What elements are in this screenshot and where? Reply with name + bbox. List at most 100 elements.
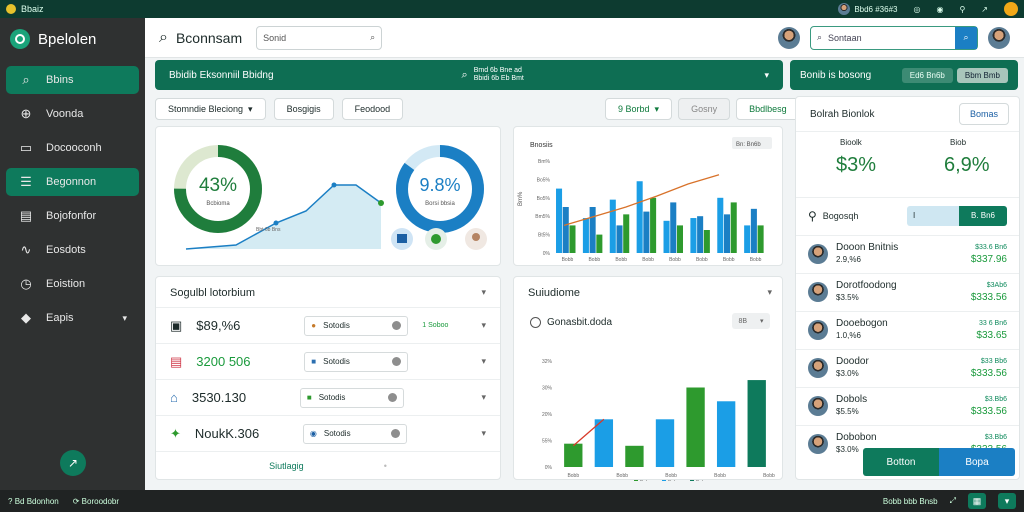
stats-panel: Suiudiome ▾ Gonasbit.doda 8B ▾ 32% 30% 20% 5… xyxy=(513,276,783,481)
bar-chart-svg: 32%30%20%55%0%BobbBobbBobbBobbBobbBobBob… xyxy=(542,359,775,481)
user-menu[interactable]: Bbd6 #36#3 xyxy=(838,3,897,15)
sync-icon: ⟳ xyxy=(72,496,80,506)
banner-action-button[interactable]: Bbm Bmb xyxy=(956,67,1008,83)
route-icon: ∿ xyxy=(20,242,32,257)
bag-icon: ▤ xyxy=(170,353,183,369)
contact-row[interactable]: Dooebogon 1.0,%6 33 6 Bn6 $33.65 xyxy=(796,311,1019,348)
profile-avatar[interactable] xyxy=(988,26,1010,49)
chart-bar xyxy=(582,218,589,253)
grid-button[interactable]: ▦ xyxy=(968,493,986,509)
chart-bar xyxy=(596,234,603,253)
search-placeholder: Sonid xyxy=(263,32,287,43)
contact-amount: $337.96 xyxy=(970,254,1007,265)
chevron-down-icon[interactable]: ▾ xyxy=(481,356,486,367)
toolbar-button[interactable]: Feodood xyxy=(341,98,404,120)
y-tick-label: 30% xyxy=(542,386,553,392)
sidebar-item-eoistion[interactable]: ◷ Eoistion xyxy=(6,270,139,298)
sidebar-item-bbins[interactable]: ⌕ Bbins xyxy=(6,66,139,94)
global-search-input[interactable]: ⌕ Sontaan ⌕ xyxy=(810,25,978,50)
panel-title: Sogulbl lotorbium xyxy=(170,287,255,299)
chart-bar xyxy=(690,218,697,253)
toolbar-button[interactable]: Gosny xyxy=(678,98,731,120)
x-tick-label: Bobb xyxy=(714,473,726,479)
filter-button[interactable]: B. Bn6 xyxy=(959,205,1007,226)
footer-link[interactable]: Siutlagig xyxy=(269,461,304,471)
globe-icon[interactable]: ◎ xyxy=(913,5,920,14)
list-item[interactable]: ⌂ 3530.130 ■ Sotodis ▾ xyxy=(156,379,500,415)
list-item[interactable]: ▣ $89,%6 ● Sotodis 1 Soboo ▾ xyxy=(156,307,500,343)
filter-dropdown[interactable]: 9 Borbd ▾ xyxy=(605,98,673,120)
share-icon[interactable]: ↗ xyxy=(981,5,988,14)
sidebar: Bpelolen ⌕ Bbins ⊕ Voonda ▭ Docooconh ☰ … xyxy=(0,18,145,490)
tag-pill[interactable]: ● Sotodis xyxy=(304,315,409,336)
sidebar-item-label: Bojofonfor xyxy=(46,210,97,222)
ticket-icon: ▭ xyxy=(19,140,33,155)
user-menu-label: Bbd6 #36#3 xyxy=(854,4,898,14)
header-right: ⌕ Sontaan ⌕ xyxy=(778,25,1010,50)
sidebar-item-eapis[interactable]: ◆ Eapis ▾ xyxy=(6,304,139,332)
secondary-button[interactable]: Bopa xyxy=(939,448,1015,476)
list-item[interactable]: ✦ NoukK.306 ◉ Sotodis ▾ xyxy=(156,415,500,451)
panel-button[interactable]: Bomas xyxy=(958,103,1009,125)
sidebar-item-eosdots[interactable]: ∿ Eosdots xyxy=(6,236,139,264)
contact-value: 2.9,%6 xyxy=(836,255,861,264)
contact-name: Dobols xyxy=(836,394,868,405)
contact-amount: $33.65 xyxy=(976,330,1007,341)
contact-row[interactable]: Dobols $5.5% $3.Bb6 $333.56 xyxy=(796,387,1019,424)
settings-icon[interactable]: ◉ xyxy=(936,5,943,14)
stat-label: Biob xyxy=(950,138,967,147)
link-icon: ⚲ xyxy=(808,208,817,223)
header: ⌕ Bconnsam Sonid ⌕ ⌕ Sontaan ⌕ xyxy=(145,18,1024,58)
sidebar-item-docooconh[interactable]: ▭ Docooconh xyxy=(6,134,139,162)
stats-row: Bioolk $3% Biob 6,9% xyxy=(796,131,1019,195)
filter-control[interactable]: I B. Bn6 xyxy=(907,205,1007,226)
chevron-down-button[interactable]: ▾ xyxy=(998,493,1016,509)
sidebar-fab-button[interactable]: ↗ xyxy=(60,450,86,476)
sort-dropdown[interactable]: Stomndie Bleciong ▾ xyxy=(155,98,266,120)
sidebar-item-begonnon[interactable]: ☰ Begonnon xyxy=(6,168,139,196)
status-item[interactable]: ? Bd Bdonhon xyxy=(8,497,59,506)
leaf-glyph xyxy=(431,234,441,244)
banner-right: Bonib is bosong Ed6 Bn6b Bbm Bmb xyxy=(790,60,1018,90)
chart-bar xyxy=(717,197,724,253)
chevron-down-icon[interactable]: ▾ xyxy=(764,70,769,81)
donut-value: 43% xyxy=(199,175,237,196)
status-item[interactable]: ⟳ Boroodobr xyxy=(73,497,119,506)
chart-bar xyxy=(750,208,757,253)
avatar[interactable] xyxy=(778,26,800,49)
primary-button[interactable]: Botton xyxy=(863,448,939,476)
contact-info: Dorotfoodong $3.5% xyxy=(836,280,897,304)
chart-bar xyxy=(663,220,670,253)
y-tick-label: Bm% xyxy=(538,159,551,165)
search-submit-button[interactable]: ⌕ xyxy=(955,26,977,49)
chevron-down-icon[interactable]: ▾ xyxy=(481,320,486,331)
sidebar-item-bojofonfor[interactable]: ▤ Bojofonfor xyxy=(6,202,139,230)
y-axis-label: Bm% xyxy=(518,191,524,206)
tag-pill[interactable]: ■ Sotodis xyxy=(304,351,409,372)
top-bar: Bbaiz Bbd6 #36#3 ◎ ◉ ⚲ ↗ xyxy=(0,0,1024,18)
toolbar-button[interactable]: Bbdlbesg xyxy=(736,98,800,120)
expand-icon[interactable]: ⤢ xyxy=(950,496,956,506)
contact-row[interactable]: Dorotfoodong $3.5% $3Ab6 $333.56 xyxy=(796,273,1019,310)
tag-pill[interactable]: ◉ Sotodis xyxy=(302,423,407,444)
status-dot-icon xyxy=(390,429,400,438)
contact-row[interactable]: Dooon Bnitnis 2.9,%6 $33.6 Bn6 $337.96 xyxy=(796,235,1019,272)
toolbar-button[interactable]: Bosgigis xyxy=(273,98,334,120)
contact-row[interactable]: Doodor $3.0% $33 Bb6 $333.56 xyxy=(796,349,1019,386)
sidebar-item-voonda[interactable]: ⊕ Voonda xyxy=(6,100,139,128)
pin-icon[interactable]: ⚲ xyxy=(959,5,965,14)
tag-pill[interactable]: ■ Sotodis xyxy=(299,387,404,408)
notification-icon[interactable] xyxy=(1004,2,1018,16)
chevron-down-icon[interactable]: ▾ xyxy=(481,287,486,298)
filter-input[interactable]: I xyxy=(907,205,959,226)
list-item[interactable]: ▤ 3200 506 ■ Sotodis ▾ xyxy=(156,343,500,379)
contact-amounts: 33 6 Bn6 $33.65 xyxy=(976,318,1007,342)
chevron-down-icon[interactable]: ▾ xyxy=(481,428,486,439)
banner-right-actions: Ed6 Bn6b Bbm Bmb xyxy=(901,67,1008,83)
chevron-down-icon[interactable]: ▾ xyxy=(481,392,486,403)
search-input[interactable]: Sonid ⌕ xyxy=(256,25,383,50)
top-bar-right: Bbd6 #36#3 ◎ ◉ ⚲ ↗ xyxy=(838,2,1018,16)
x-tick-label: Bobb xyxy=(588,257,600,263)
donut-card: 43% Bcbioma Bbt 6b Bns 9.8% Borsi bbsia xyxy=(155,126,501,266)
banner-action-button[interactable]: Ed6 Bn6b xyxy=(901,67,953,83)
